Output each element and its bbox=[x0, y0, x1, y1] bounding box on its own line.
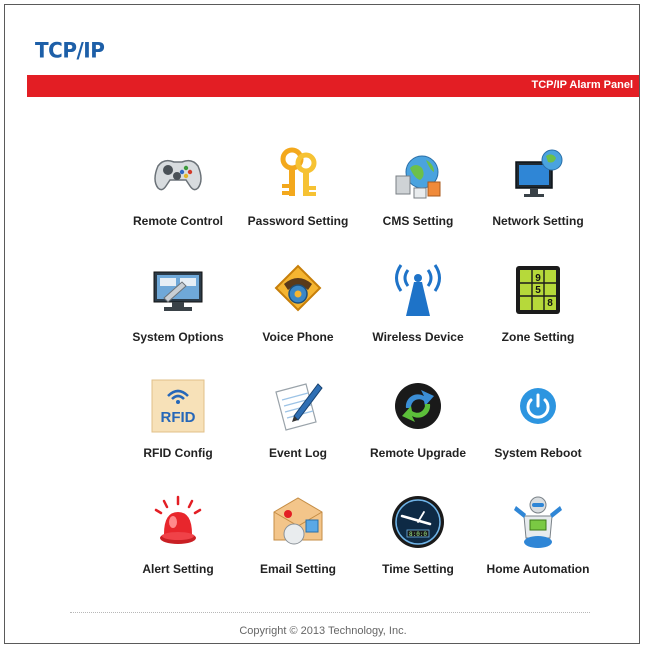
menu-label: Event Log bbox=[268, 446, 327, 460]
menu-label: Time Setting bbox=[382, 562, 454, 576]
menu-item-remote-control[interactable]: Remote Control bbox=[118, 140, 238, 240]
menu-label: Remote Upgrade bbox=[369, 446, 467, 460]
menu-item-system-reboot[interactable]: System Reboot bbox=[478, 372, 598, 472]
menu-label: Password Setting bbox=[247, 214, 349, 228]
zone-digit: 5 bbox=[535, 285, 541, 296]
menu-label: System Options bbox=[132, 330, 224, 344]
keys-icon bbox=[280, 147, 317, 196]
menu-item-time-setting[interactable]: 8:0:0 Time Setting bbox=[358, 488, 478, 588]
gamepad-icon bbox=[154, 159, 202, 191]
menu-item-wireless-device[interactable]: Wireless Device bbox=[358, 256, 478, 356]
menu-item-password-setting[interactable]: Password Setting bbox=[238, 140, 358, 240]
zone-digit: 8 bbox=[547, 298, 553, 309]
banner-title: TCP/IP Alarm Panel bbox=[531, 79, 633, 91]
menu-label: CMS Setting bbox=[382, 214, 454, 228]
menu-label: Zone Setting bbox=[501, 330, 575, 344]
cms-globe-icon bbox=[395, 155, 441, 199]
clock-icon: 8:0:0 bbox=[392, 496, 444, 548]
footer-divider bbox=[70, 612, 590, 613]
menu-item-email-setting[interactable]: Email Setting bbox=[238, 488, 358, 588]
menu-label: RFID Config bbox=[143, 446, 213, 460]
menu-label: Home Automation bbox=[486, 562, 590, 576]
menu-item-zone-setting[interactable]: 9 5 8 Zone Setting bbox=[478, 256, 598, 356]
rfid-text: RFID bbox=[161, 409, 196, 426]
menu-item-event-log[interactable]: Event Log bbox=[238, 372, 358, 472]
menu-item-voice-phone[interactable]: Voice Phone bbox=[238, 256, 358, 356]
menu-label: Wireless Device bbox=[372, 330, 464, 344]
menu-item-home-automation[interactable]: Home Automation bbox=[478, 488, 598, 588]
menu-item-remote-upgrade[interactable]: Remote Upgrade bbox=[358, 372, 478, 472]
copyright-text: Copyright © 2013 Technology, Inc. bbox=[239, 625, 407, 637]
zone-digit: 9 bbox=[535, 273, 541, 284]
monitor-globe-icon bbox=[515, 149, 563, 197]
notepad-pen-icon bbox=[275, 383, 323, 431]
clock-readout: 8:0:0 bbox=[409, 531, 427, 538]
menu-label: Voice Phone bbox=[262, 330, 334, 344]
menu-label: Network Setting bbox=[492, 214, 584, 228]
menu-label: Remote Control bbox=[133, 214, 223, 228]
refresh-icon bbox=[395, 383, 441, 429]
power-icon bbox=[520, 388, 556, 424]
system-tools-icon bbox=[153, 271, 203, 311]
antenna-icon bbox=[395, 264, 441, 316]
menu-item-alert-setting[interactable]: Alert Setting bbox=[118, 488, 238, 588]
menu-item-cms-setting[interactable]: CMS Setting bbox=[358, 140, 478, 240]
menu-label: Email Setting bbox=[259, 562, 336, 576]
menu-item-rfid-config[interactable]: RFID RFID Config bbox=[118, 372, 238, 472]
menu-label: System Reboot bbox=[494, 446, 582, 460]
brand-logo: TCP/IP bbox=[35, 37, 105, 63]
robot-icon bbox=[514, 496, 562, 548]
menu-item-system-options[interactable]: System Options bbox=[118, 256, 238, 356]
phone-icon bbox=[274, 264, 322, 312]
alarm-light-icon bbox=[154, 495, 202, 544]
menu-label: Alert Setting bbox=[142, 562, 214, 576]
header-banner: TCP/IP Alarm Panel bbox=[27, 75, 639, 97]
menu-item-network-setting[interactable]: Network Setting bbox=[478, 140, 598, 240]
zone-grid-icon: 9 5 8 bbox=[516, 266, 560, 314]
email-stamp-icon bbox=[273, 497, 323, 545]
rfid-icon: RFID bbox=[151, 379, 205, 433]
